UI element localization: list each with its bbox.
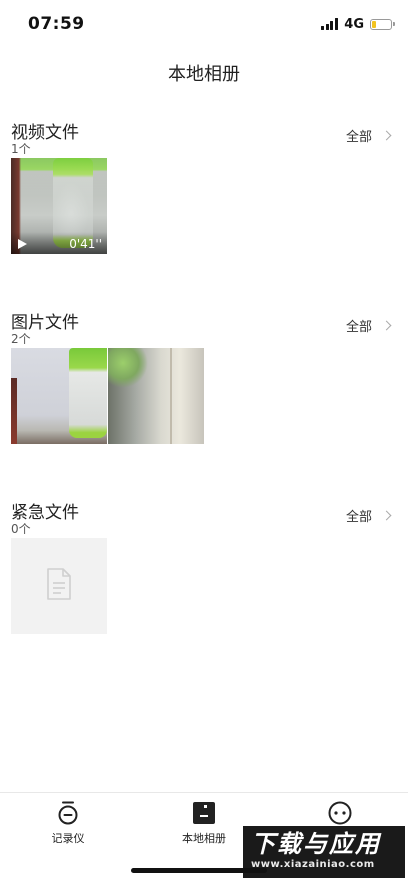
view-all-videos-button[interactable]: 全部 [345,126,392,145]
section-count: 2个 [11,332,31,346]
section-videos: 视频文件 1个 全部 0'41'' [0,118,408,268]
view-all-label: 全部 [345,320,372,335]
chevron-right-icon [381,510,392,521]
chevron-right-icon [381,320,392,331]
signal-icon [321,18,339,30]
photo-thumbnail[interactable] [108,348,204,444]
tab-recorder[interactable]: 记录仪 [18,801,118,846]
status-indicators: 4G [321,16,395,32]
home-indicator[interactable] [131,868,267,873]
emergency-thumb-row [11,538,108,634]
album-icon [192,801,216,825]
watermark-title: 下载与应用 [251,830,381,858]
section-emergency: 紧急文件 0个 全部 [0,498,408,648]
tab-local-album[interactable]: 本地相册 [154,801,254,846]
view-all-label: 全部 [345,130,372,145]
view-all-photos-button[interactable]: 全部 [345,316,392,335]
video-thumb-row: 0'41'' [11,158,108,254]
network-label: 4G [344,16,364,32]
page-title: 本地相册 [168,64,240,85]
photo-thumb-row [11,348,205,444]
tab-label: 本地相册 [182,832,226,845]
recorder-icon [56,801,80,825]
watermark: 下载与应用 www.xiazainiao.com [243,826,405,878]
view-all-emergency-button[interactable]: 全部 [345,506,392,525]
chevron-right-icon [381,130,392,141]
watermark-url: www.xiazainiao.com [251,859,375,870]
section-count: 1个 [11,142,31,156]
empty-placeholder [11,538,107,634]
status-time: 07:59 [28,14,85,34]
video-duration: 0'41'' [69,237,102,251]
photo-thumbnail[interactable] [11,348,107,444]
section-count: 0个 [11,522,31,536]
tab-label: 记录仪 [51,832,85,845]
section-photos: 图片文件 2个 全部 [0,308,408,458]
document-icon [46,568,72,604]
play-icon [18,239,27,249]
view-all-label: 全部 [345,510,372,525]
more-icon [328,801,352,825]
video-thumbnail[interactable]: 0'41'' [11,158,107,254]
battery-icon [370,18,395,30]
battery-level [372,20,376,28]
status-bar: 07:59 4G [0,0,408,50]
